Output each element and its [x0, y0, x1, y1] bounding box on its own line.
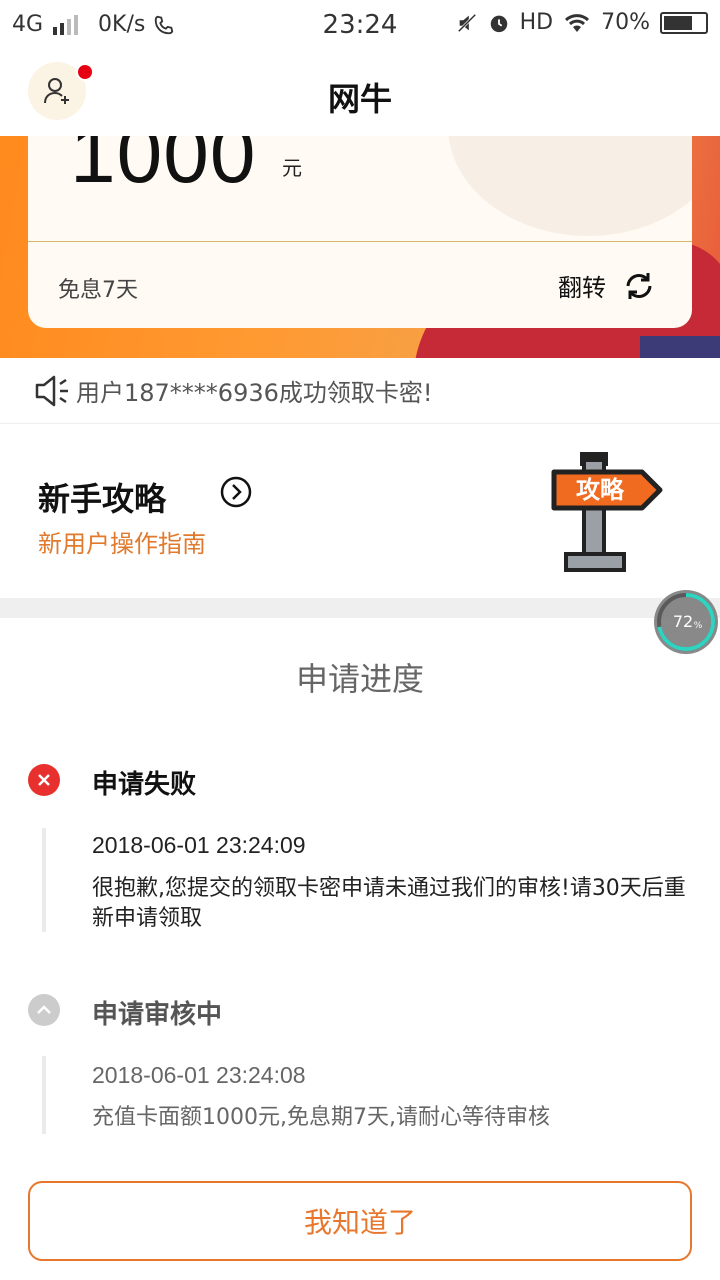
acknowledge-button[interactable]: 我知道了	[28, 1181, 692, 1261]
ring-value: 72	[673, 612, 693, 631]
mute-icon	[457, 13, 476, 32]
card-interest: 免息7天	[58, 278, 138, 303]
arrow-right-icon	[220, 476, 252, 508]
section-divider	[0, 598, 720, 618]
step-status: 申请失败	[92, 770, 197, 800]
card-unit: 元	[282, 156, 302, 180]
timeline-line	[42, 1056, 46, 1134]
progress-title: 申请进度	[295, 660, 424, 698]
guide-title: 新手攻略	[38, 480, 167, 518]
hd-indicator: HD	[519, 10, 554, 35]
floating-progress-ring[interactable]: 72 %	[652, 588, 720, 656]
page-title: 网牛	[327, 80, 392, 118]
step-time: 2018-06-01 23:24:08	[92, 1062, 306, 1088]
step-status: 申请审核中	[92, 1000, 223, 1030]
card-amount: 1000	[70, 136, 257, 200]
card-divider	[28, 241, 692, 242]
refresh-icon	[626, 272, 652, 299]
signpost-icon: 攻略	[551, 452, 663, 572]
sign-text: 攻略	[576, 476, 625, 504]
step-message: 充值卡面额1000元,免息期7天,请耐心等待审核	[92, 1105, 550, 1130]
battery-icon	[660, 11, 708, 34]
notice-bar: 用户187****6936成功领取卡密!	[0, 358, 720, 424]
guide-subtitle: 新用户操作指南	[38, 530, 206, 558]
timeline-line	[42, 828, 46, 932]
error-icon	[28, 764, 60, 796]
step-message: 很抱歉,您提交的领取卡密申请未通过我们的审核!请30天后重新申请领取	[92, 876, 686, 931]
status-bar: 4G 0K/s 23:24 HD 70%	[0, 0, 720, 52]
speaker-icon	[35, 375, 68, 406]
banner-decoration	[640, 336, 720, 358]
ring-unit: %	[694, 621, 703, 631]
app-header: 网牛	[0, 52, 720, 136]
wifi-icon	[565, 13, 590, 32]
beginner-guide[interactable]: 新手攻略 新用户操作指南 攻略	[0, 426, 720, 598]
card-decoration	[448, 136, 692, 236]
flip-button[interactable]: 翻转	[558, 268, 656, 303]
chevron-up-icon	[28, 994, 60, 1026]
notice-text: 用户187****6936成功领取卡密!	[76, 379, 433, 407]
battery-percent: 70%	[601, 10, 650, 35]
credit-card: 1000 元 免息7天 翻转	[28, 136, 692, 328]
banner: 1000 元 免息7天 翻转	[0, 136, 720, 358]
step-time: 2018-06-01 23:24:09	[92, 832, 306, 858]
flip-label: 翻转	[558, 274, 606, 302]
alarm-icon	[490, 15, 507, 32]
status-right: HD 70%	[456, 10, 708, 35]
